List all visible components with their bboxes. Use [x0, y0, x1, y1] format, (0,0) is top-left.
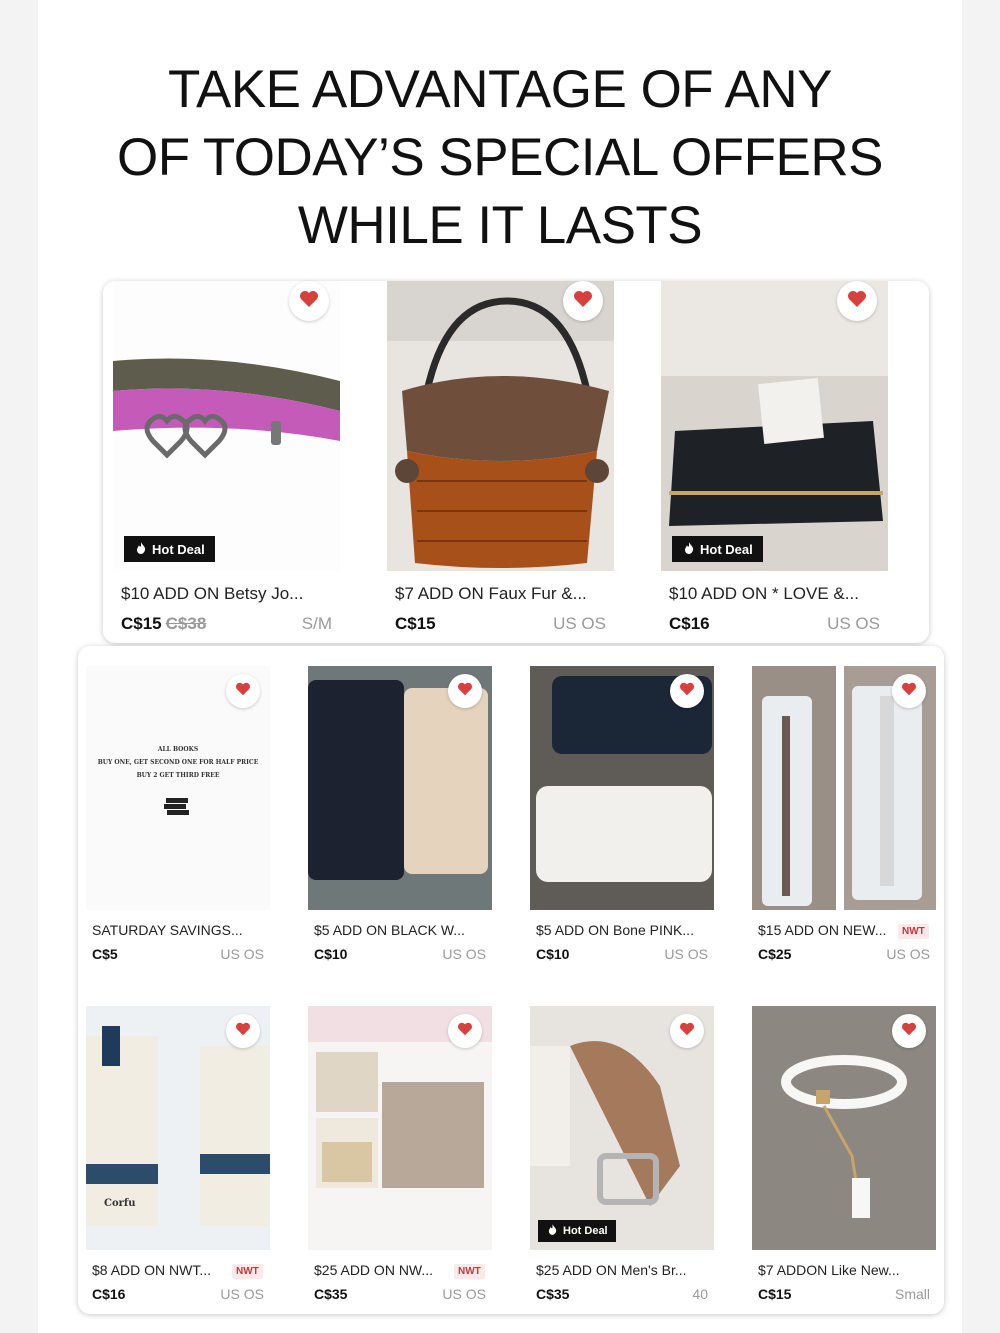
hot-deal-label: Hot Deal — [152, 541, 205, 557]
featured-listings-card: Hot Deal $10 ADD ON Betsy Jo... C$15 C$38… — [103, 281, 929, 643]
listing-card[interactable]: $15 ADD ON NEW... NWT C$25 US OS — [752, 666, 936, 966]
hot-deal-badge: Hot Deal — [672, 536, 763, 562]
listing-size: Small — [894, 1286, 930, 1302]
listing-card[interactable]: Hot Deal $10 ADD ON * LOVE &... C$16 US … — [661, 281, 888, 643]
listing-size: US OS — [664, 946, 708, 962]
listing-size: US OS — [442, 1286, 486, 1302]
flame-icon — [684, 541, 694, 557]
hot-deal-badge: Hot Deal — [538, 1220, 616, 1242]
like-button[interactable] — [670, 674, 704, 708]
like-button[interactable] — [226, 674, 260, 708]
headline-line-1: TAKE ADVANTAGE OF ANY — [168, 60, 832, 119]
listing-price: C$10 — [536, 946, 570, 962]
heart-icon — [235, 682, 251, 701]
like-button[interactable] — [892, 1014, 926, 1048]
listing-size: US OS — [827, 614, 880, 633]
listing-size: US OS — [886, 946, 930, 962]
listing-card[interactable]: $5 ADD ON Bone PINK... C$10 US OS — [530, 666, 714, 966]
listing-price: C$16 — [92, 1286, 126, 1302]
hot-deal-badge: Hot Deal — [124, 536, 215, 562]
listing-price: C$5 — [92, 946, 118, 962]
hot-deal-label: Hot Deal — [563, 1225, 608, 1237]
listing-size: 40 — [692, 1286, 708, 1302]
listing-price: C$10 — [314, 946, 348, 962]
heart-icon — [901, 682, 917, 701]
heart-icon — [901, 1022, 917, 1041]
nwt-tag: NWT — [454, 1264, 485, 1279]
listing-title[interactable]: $25 ADD ON Men's Br... — [536, 1262, 708, 1278]
promo-line: BUY 2 GET THIRD FREE — [136, 772, 220, 779]
like-button[interactable] — [670, 1014, 704, 1048]
listing-size: S/M — [301, 614, 332, 633]
listing-price: C$15 — [395, 614, 436, 633]
like-button[interactable] — [226, 1014, 260, 1048]
listing-title[interactable]: $10 ADD ON Betsy Jo... — [121, 584, 336, 604]
nwt-tag: NWT — [232, 1264, 263, 1279]
listing-title[interactable]: $5 ADD ON Bone PINK... — [536, 922, 708, 938]
listing-title[interactable]: $8 ADD ON NWT... — [92, 1262, 227, 1278]
like-button[interactable] — [837, 281, 877, 321]
like-button[interactable] — [892, 674, 926, 708]
listing-title[interactable]: $7 ADD ON Faux Fur &... — [395, 584, 610, 604]
listing-card[interactable]: $5 ADD ON BLACK W... C$10 US OS — [308, 666, 492, 966]
like-button[interactable] — [448, 1014, 482, 1048]
listing-price: C$16 — [669, 614, 710, 633]
listing-card[interactable]: $25 ADD ON NW... NWT C$35 US OS — [308, 1006, 492, 1306]
heart-icon — [847, 290, 867, 313]
heart-icon — [457, 1022, 473, 1041]
listing-title[interactable]: $15 ADD ON NEW... — [758, 922, 893, 938]
promo-line: ALL BOOKS — [157, 746, 199, 753]
listing-size: US OS — [220, 946, 264, 962]
listing-photo[interactable] — [113, 281, 340, 571]
hot-deal-label: Hot Deal — [700, 541, 753, 557]
listing-title[interactable]: $10 ADD ON * LOVE &... — [669, 584, 884, 604]
listing-title[interactable]: $7 ADDON Like New... — [758, 1262, 930, 1278]
listing-size: US OS — [220, 1286, 264, 1302]
heart-icon — [679, 1022, 695, 1041]
listing-size: US OS — [553, 614, 606, 633]
like-button[interactable] — [289, 281, 329, 321]
listing-card[interactable]: $7 ADD ON Faux Fur &... C$15 US OS — [387, 281, 614, 643]
listing-price: C$25 — [758, 946, 792, 962]
promo-headline: TAKE ADVANTAGE OF ANY OF TODAY’S SPECIAL… — [0, 56, 1000, 260]
current-price: C$15 — [121, 614, 162, 633]
listing-photo[interactable] — [661, 281, 888, 571]
like-button[interactable] — [563, 281, 603, 321]
listing-price: C$35 — [314, 1286, 348, 1302]
listing-card[interactable]: Hot Deal $10 ADD ON Betsy Jo... C$15 C$38… — [113, 281, 340, 643]
listing-title[interactable]: SATURDAY SAVINGS... — [92, 922, 264, 938]
image-caption: Corfu — [104, 1198, 136, 1209]
headline-line-2: OF TODAY’S SPECIAL OFFERS — [117, 128, 884, 187]
heart-icon — [679, 682, 695, 701]
listing-title[interactable]: $25 ADD ON NW... — [314, 1262, 449, 1278]
listing-card[interactable]: Corfu $8 ADD ON NWT... NWT C$16 US OS — [86, 1006, 270, 1306]
heart-icon — [457, 682, 473, 701]
listing-card[interactable]: $7 ADDON Like New... C$15 Small — [752, 1006, 936, 1306]
listings-grid-card: ALL BOOKS BUY ONE, GET SECOND ONE FOR HA… — [78, 646, 944, 1314]
flame-icon — [136, 541, 146, 557]
listing-card[interactable]: ALL BOOKS BUY ONE, GET SECOND ONE FOR HA… — [86, 666, 270, 966]
listing-price: C$15 C$38 — [121, 614, 206, 634]
listing-title[interactable]: $5 ADD ON BLACK W... — [314, 922, 486, 938]
heart-icon — [573, 290, 593, 313]
promo-image-text: ALL BOOKS BUY ONE, GET SECOND ONE FOR HA… — [86, 746, 270, 779]
flame-icon — [548, 1224, 557, 1238]
books-icon — [164, 796, 190, 816]
headline-line-3: WHILE IT LASTS — [297, 196, 703, 255]
original-price: C$38 — [165, 614, 207, 633]
listing-price: C$15 — [758, 1286, 792, 1302]
listing-card[interactable]: Hot Deal $25 ADD ON Men's Br... C$35 40 — [530, 1006, 714, 1306]
listing-price: C$35 — [536, 1286, 570, 1302]
nwt-tag: NWT — [898, 924, 929, 939]
heart-icon — [299, 290, 319, 313]
heart-icon — [235, 1022, 251, 1041]
listing-size: US OS — [442, 946, 486, 962]
like-button[interactable] — [448, 674, 482, 708]
listing-photo[interactable] — [387, 281, 614, 571]
promo-line: BUY ONE, GET SECOND ONE FOR HALF PRICE — [97, 759, 259, 766]
